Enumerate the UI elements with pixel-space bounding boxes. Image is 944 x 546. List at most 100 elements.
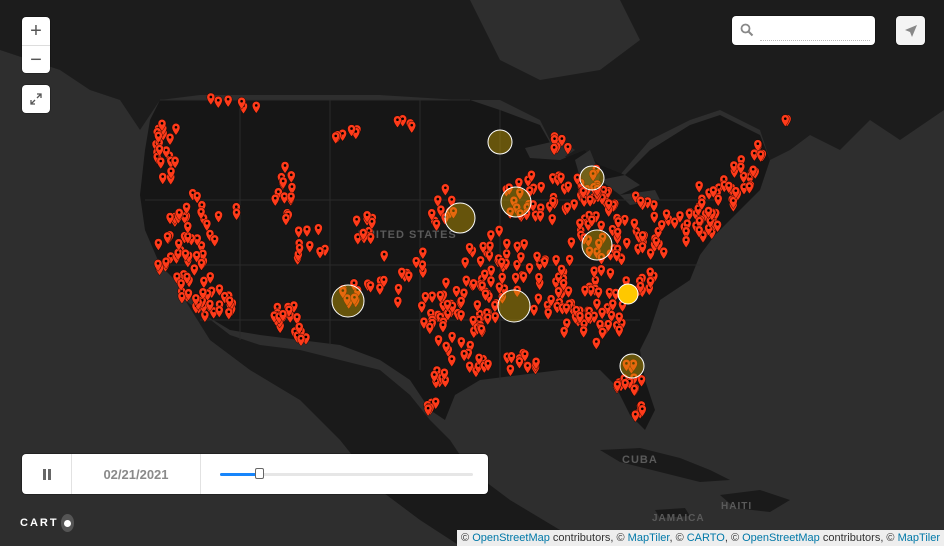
map-marker[interactable] <box>315 246 325 260</box>
search-input[interactable] <box>760 22 870 41</box>
map-marker[interactable] <box>224 307 234 321</box>
map-marker[interactable] <box>559 326 569 339</box>
map-canvas[interactable]: UNITED STATES CUBA JAMAICA HAITI + − 02/… <box>0 0 944 546</box>
locate-button[interactable] <box>896 16 925 45</box>
cluster-marker[interactable] <box>497 289 531 323</box>
map-marker[interactable] <box>597 307 607 320</box>
map-marker[interactable] <box>483 312 492 326</box>
map-marker[interactable] <box>548 213 557 227</box>
map-marker[interactable] <box>714 194 723 207</box>
map-marker[interactable] <box>585 194 595 208</box>
map-marker[interactable] <box>280 191 289 205</box>
map-marker[interactable] <box>606 267 615 281</box>
map-marker[interactable] <box>594 286 603 300</box>
map-marker[interactable] <box>281 213 291 226</box>
map-marker[interactable] <box>165 133 175 146</box>
map-marker[interactable] <box>393 296 403 309</box>
map-marker[interactable] <box>432 219 441 232</box>
map-marker[interactable] <box>622 237 631 250</box>
map-marker[interactable] <box>637 374 646 388</box>
osm-link[interactable]: OpenStreetMap <box>472 532 550 544</box>
map-marker[interactable] <box>214 210 223 224</box>
map-marker[interactable] <box>534 293 543 306</box>
map-marker[interactable] <box>302 224 312 238</box>
map-marker[interactable] <box>694 180 704 194</box>
cluster-marker[interactable] <box>487 129 513 155</box>
fullscreen-button[interactable] <box>22 85 50 113</box>
map-marker[interactable] <box>394 283 403 296</box>
map-marker[interactable] <box>650 211 659 224</box>
map-marker[interactable] <box>615 325 624 338</box>
map-marker[interactable] <box>287 170 296 184</box>
map-marker[interactable] <box>271 193 280 207</box>
cluster-marker[interactable] <box>579 165 605 191</box>
map-marker[interactable] <box>379 250 389 263</box>
cluster-marker[interactable] <box>617 283 639 305</box>
map-marker[interactable] <box>476 255 485 269</box>
pause-button[interactable] <box>22 454 72 494</box>
map-marker[interactable] <box>425 322 435 335</box>
map-marker[interactable] <box>214 95 223 109</box>
map-marker[interactable] <box>506 364 515 377</box>
map-marker[interactable] <box>206 92 216 106</box>
osm-link[interactable]: OpenStreetMap <box>742 532 820 544</box>
map-marker[interactable] <box>631 409 640 423</box>
map-marker[interactable] <box>486 275 496 289</box>
map-marker[interactable] <box>441 277 451 290</box>
map-marker[interactable] <box>745 181 754 195</box>
map-marker[interactable] <box>215 305 224 318</box>
map-marker[interactable] <box>459 349 469 362</box>
map-marker[interactable] <box>536 210 545 223</box>
map-marker[interactable] <box>280 161 290 174</box>
map-marker[interactable] <box>502 238 512 251</box>
map-marker[interactable] <box>511 272 520 285</box>
map-marker[interactable] <box>457 336 466 350</box>
map-marker[interactable] <box>685 208 694 222</box>
map-marker[interactable] <box>252 101 261 114</box>
map-marker[interactable] <box>447 354 456 368</box>
map-marker[interactable] <box>563 142 573 155</box>
zoom-out-button[interactable]: − <box>22 45 50 73</box>
map-marker[interactable] <box>543 307 553 321</box>
map-marker[interactable] <box>519 271 528 284</box>
map-marker[interactable] <box>523 361 532 374</box>
map-marker[interactable] <box>197 258 206 271</box>
map-marker[interactable] <box>210 234 219 248</box>
map-marker[interactable] <box>156 156 165 170</box>
map-marker[interactable] <box>232 208 241 221</box>
map-marker[interactable] <box>579 325 588 339</box>
map-marker[interactable] <box>305 240 314 254</box>
cluster-marker[interactable] <box>444 202 476 234</box>
map-marker[interactable] <box>331 131 340 145</box>
map-marker[interactable] <box>441 183 450 197</box>
map-marker[interactable] <box>393 115 402 129</box>
map-marker[interactable] <box>352 215 361 228</box>
maptiler-link[interactable]: MapTiler <box>898 532 940 544</box>
carto-link[interactable]: CARTO <box>687 532 725 544</box>
map-marker[interactable] <box>520 238 529 252</box>
map-marker[interactable] <box>278 176 288 190</box>
map-marker[interactable] <box>486 229 496 243</box>
map-marker[interactable] <box>314 223 323 237</box>
map-marker[interactable] <box>756 149 765 163</box>
map-marker[interactable] <box>200 310 210 323</box>
timeline-track[interactable] <box>220 468 473 479</box>
map-marker[interactable] <box>592 337 601 350</box>
map-marker[interactable] <box>529 304 539 317</box>
map-marker[interactable] <box>158 172 167 185</box>
map-marker[interactable] <box>294 225 303 239</box>
cluster-marker[interactable] <box>331 284 365 318</box>
map-marker[interactable] <box>418 247 428 260</box>
map-marker[interactable] <box>296 334 306 347</box>
map-marker[interactable] <box>404 270 414 284</box>
map-marker[interactable] <box>438 320 448 334</box>
map-marker[interactable] <box>551 254 561 268</box>
map-marker[interactable] <box>460 256 470 270</box>
cluster-marker[interactable] <box>581 229 613 261</box>
map-marker[interactable] <box>536 181 546 194</box>
map-marker[interactable] <box>491 311 500 325</box>
map-marker[interactable] <box>597 264 606 278</box>
zoom-in-button[interactable]: + <box>22 17 50 45</box>
map-marker[interactable] <box>417 300 426 314</box>
map-marker[interactable] <box>452 285 461 298</box>
